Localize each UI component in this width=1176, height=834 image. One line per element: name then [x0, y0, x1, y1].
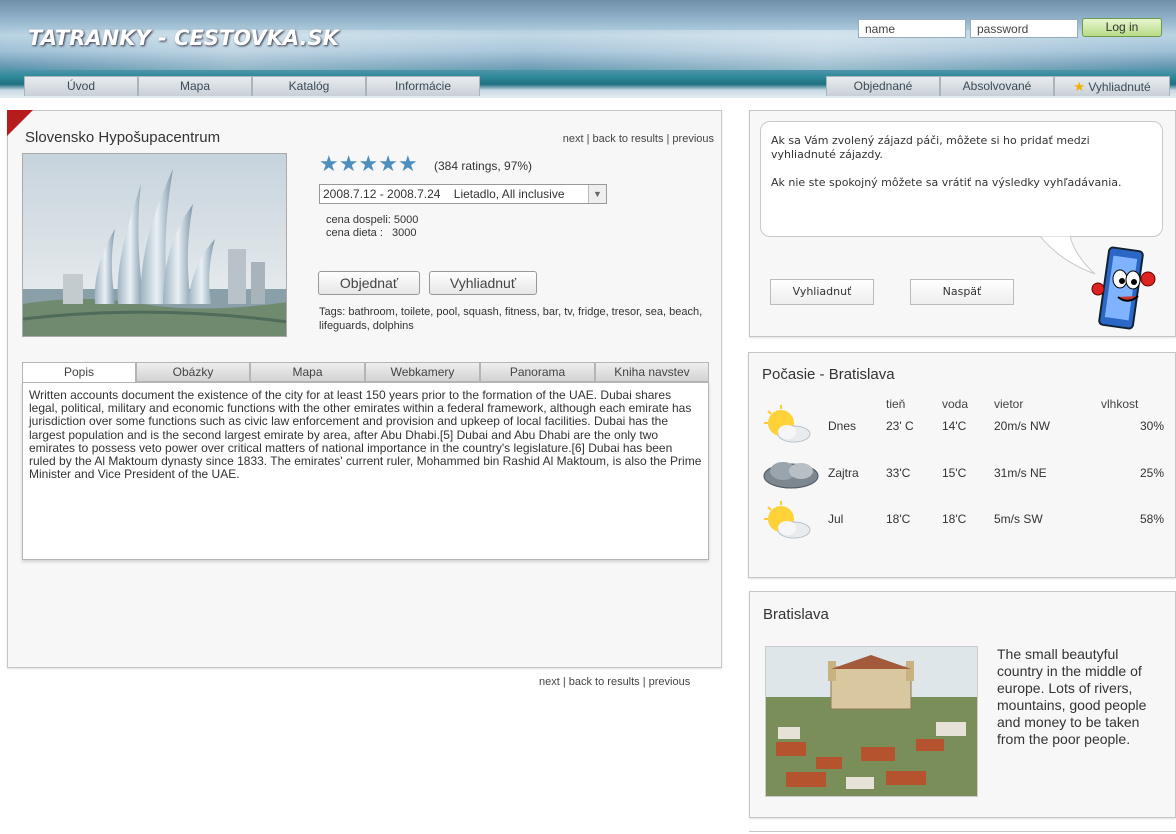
nav-tab-informacie[interactable]: Informácie [366, 76, 480, 96]
weather-water: 14'C [942, 419, 967, 433]
site-header: TATRANKY - CESTOVKA.SK name password Log… [0, 0, 1176, 98]
result-nav-links-bottom[interactable]: next | back to results | previous [539, 676, 690, 688]
comic-back-button[interactable]: Naspäť [910, 279, 1014, 305]
mascot-icon [1091, 246, 1156, 330]
term-select-value: 2008.7.12 - 2008.7.24 Lietadlo, All incl… [323, 187, 565, 201]
nav-tab-vyhliadnute-label: Vyhliadnuté [1088, 80, 1151, 94]
tab-popis[interactable]: Popis [22, 362, 136, 383]
term-select[interactable]: 2008.7.12 - 2008.7.24 Lietadlo, All incl… [319, 184, 607, 204]
star-icon: ★ [319, 151, 339, 176]
weather-shade: 23' C [886, 419, 914, 433]
weather-panel: Počasie - Bratislava tieň voda vietor vl… [748, 352, 1176, 578]
tags-list: Tags: bathroom, toilete, pool, squash, f… [319, 306, 703, 332]
name-input[interactable]: name [858, 19, 966, 38]
comic-watch-button[interactable]: Vyhliadnuť [770, 279, 874, 305]
header-water: voda [942, 397, 969, 411]
city-description: The small beautyful country in the middl… [997, 646, 1147, 747]
help-text-2: Ak nie ste spokojný môžete sa vrátiť na … [771, 176, 1122, 189]
price-child: cena dieta : 3000 [326, 227, 417, 239]
weather-humidity: 25% [1140, 466, 1165, 480]
nav-tab-mapa[interactable]: Mapa [138, 76, 252, 96]
city-title: Bratislava [763, 606, 829, 623]
price-adult: cena dospeli: 5000 [326, 214, 419, 226]
weather-day: Zajtra [828, 466, 859, 480]
weather-humidity: 58% [1140, 512, 1165, 526]
city-photo [765, 646, 978, 797]
watch-button[interactable]: Vyhliadnuť [429, 271, 537, 295]
storm-cloud-icon [763, 462, 819, 489]
weather-water: 18'C [942, 512, 967, 526]
ratings-count: (384 ratings, 97%) [434, 159, 533, 173]
tab-obrazky[interactable]: Obázky [136, 362, 250, 382]
header-humidity: vlhkost [1101, 397, 1139, 411]
order-button[interactable]: Objednať [318, 271, 420, 295]
sun-cloud-icon [764, 405, 811, 443]
header-wind: vietor [994, 397, 1024, 411]
star-icon: ★ [338, 151, 359, 176]
star-icon: ★ [358, 151, 379, 176]
weather-shade: 33'C [886, 466, 911, 480]
hotel-detail-panel: Slovensko Hypošupacentrum next | back to… [7, 110, 722, 668]
hotel-photo [22, 153, 287, 337]
speech-bubble: Ak sa Vám zvolený zájazd páči, môžete si… [760, 121, 1163, 237]
chevron-down-icon[interactable]: ▼ [588, 185, 606, 203]
nav-tab-objednane[interactable]: Objednané [826, 76, 940, 96]
weather-humidity: 30% [1140, 419, 1165, 433]
tab-webkamery[interactable]: Webkamery [365, 362, 480, 382]
star-icon: ★ [378, 151, 398, 176]
password-input[interactable]: password [970, 19, 1078, 38]
weather-wind: 20m/s NW [994, 419, 1051, 433]
header-shade: tieň [886, 397, 906, 411]
nav-tab-absolvovane[interactable]: Absolvované [940, 76, 1054, 96]
city-panel: Bratislava The small beautyful country i… [749, 591, 1176, 818]
nav-tab-vyhliadnute[interactable]: ★ Vyhliadnuté [1054, 76, 1170, 96]
weather-water: 15'C [942, 466, 967, 480]
login-button[interactable]: Log in [1082, 18, 1162, 37]
weather-wind: 5m/s SW [994, 512, 1043, 526]
rating-stars[interactable]: ★★★★★ [319, 153, 418, 176]
tab-panorama[interactable]: Panorama [480, 362, 595, 382]
weather-day: Dnes [828, 419, 857, 433]
nav-tab-uvod[interactable]: Úvod [24, 76, 138, 96]
tab-mapa[interactable]: Mapa [250, 362, 365, 382]
star-icon: ★ [1073, 79, 1086, 94]
star-icon: ★ [397, 151, 418, 176]
weather-day: Jul [828, 512, 844, 526]
sun-cloud-icon [764, 501, 811, 539]
hotel-title: Slovensko Hypošupacentrum [25, 129, 221, 146]
weather-shade: 18'C [886, 512, 911, 526]
weather-title: Počasie - Bratislava [762, 366, 895, 383]
weather-wind: 31m/s NE [994, 466, 1047, 480]
site-logo[interactable]: TATRANKY - CESTOVKA.SK [28, 26, 339, 50]
help-panel: Ak sa Vám zvolený zájazd páči, môžete si… [749, 110, 1176, 337]
help-text-1: Ak sa Vám zvolený zájazd páči, môžete si… [771, 134, 1090, 161]
description-text: Written accounts document the existence … [22, 382, 709, 560]
tab-kniha-navstev[interactable]: Kniha navstev [595, 362, 709, 382]
result-nav-links-top[interactable]: next | back to results | previous [563, 133, 714, 145]
nav-tab-katalog[interactable]: Katalóg [252, 76, 366, 96]
